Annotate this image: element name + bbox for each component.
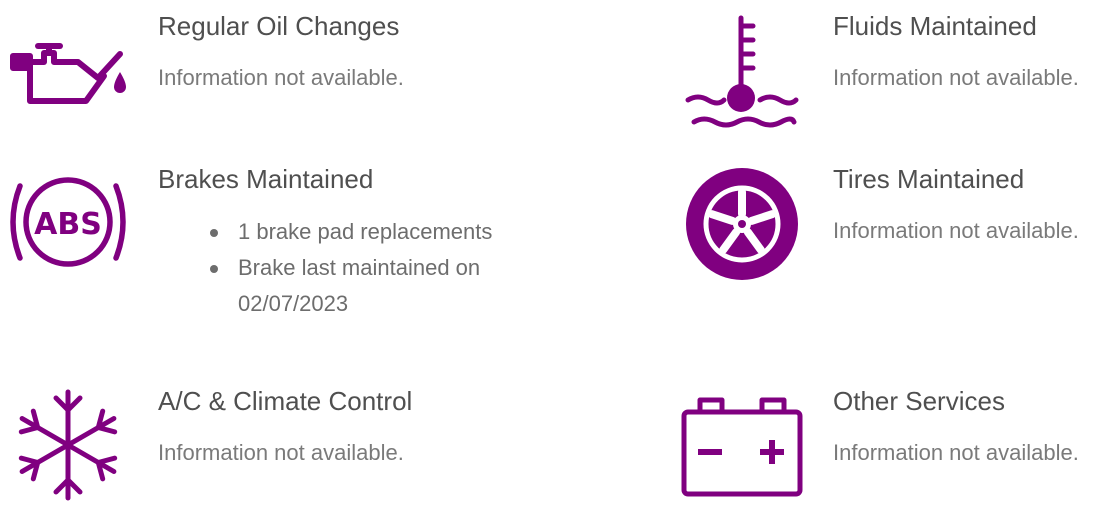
service-description: Information not available. (158, 65, 404, 90)
service-title: Fluids Maintained (833, 11, 1037, 41)
oil-can-icon (10, 43, 126, 104)
service-description: Information not available. (833, 440, 1079, 465)
coolant-temperature-icon (685, 15, 799, 128)
service-card-brakes: ABS Brakes Maintained 1 brake pad replac… (0, 150, 560, 340)
service-title: Other Services (833, 386, 1005, 416)
service-card-other: Other Services Information not available… (660, 370, 1103, 506)
abs-brake-icon: ABS (10, 177, 126, 267)
service-title: Regular Oil Changes (158, 11, 400, 41)
list-item: 1 brake pad replacements (208, 214, 538, 250)
service-title: A/C & Climate Control (158, 386, 413, 416)
tire-wheel-icon (686, 168, 798, 280)
service-card-oil: Regular Oil Changes Information not avai… (0, 0, 560, 130)
service-description: Information not available. (833, 218, 1079, 243)
service-card-tires: Tires Maintained Information not availab… (660, 150, 1103, 340)
service-description: Information not available. (158, 440, 404, 465)
battery-icon (681, 397, 803, 497)
service-title: Brakes Maintained (158, 164, 374, 194)
service-title: Tires Maintained (833, 164, 1025, 194)
service-card-fluids: Fluids Maintained Information not availa… (660, 0, 1103, 130)
brake-details-list: 1 brake pad replacements Brake last main… (208, 214, 538, 322)
svg-text:ABS: ABS (34, 207, 102, 242)
service-card-climate: A/C & Climate Control Information not av… (0, 370, 560, 506)
service-description: Information not available. (833, 65, 1079, 90)
snowflake-icon (18, 389, 118, 501)
list-item: Brake last maintained on 02/07/2023 (208, 250, 538, 322)
